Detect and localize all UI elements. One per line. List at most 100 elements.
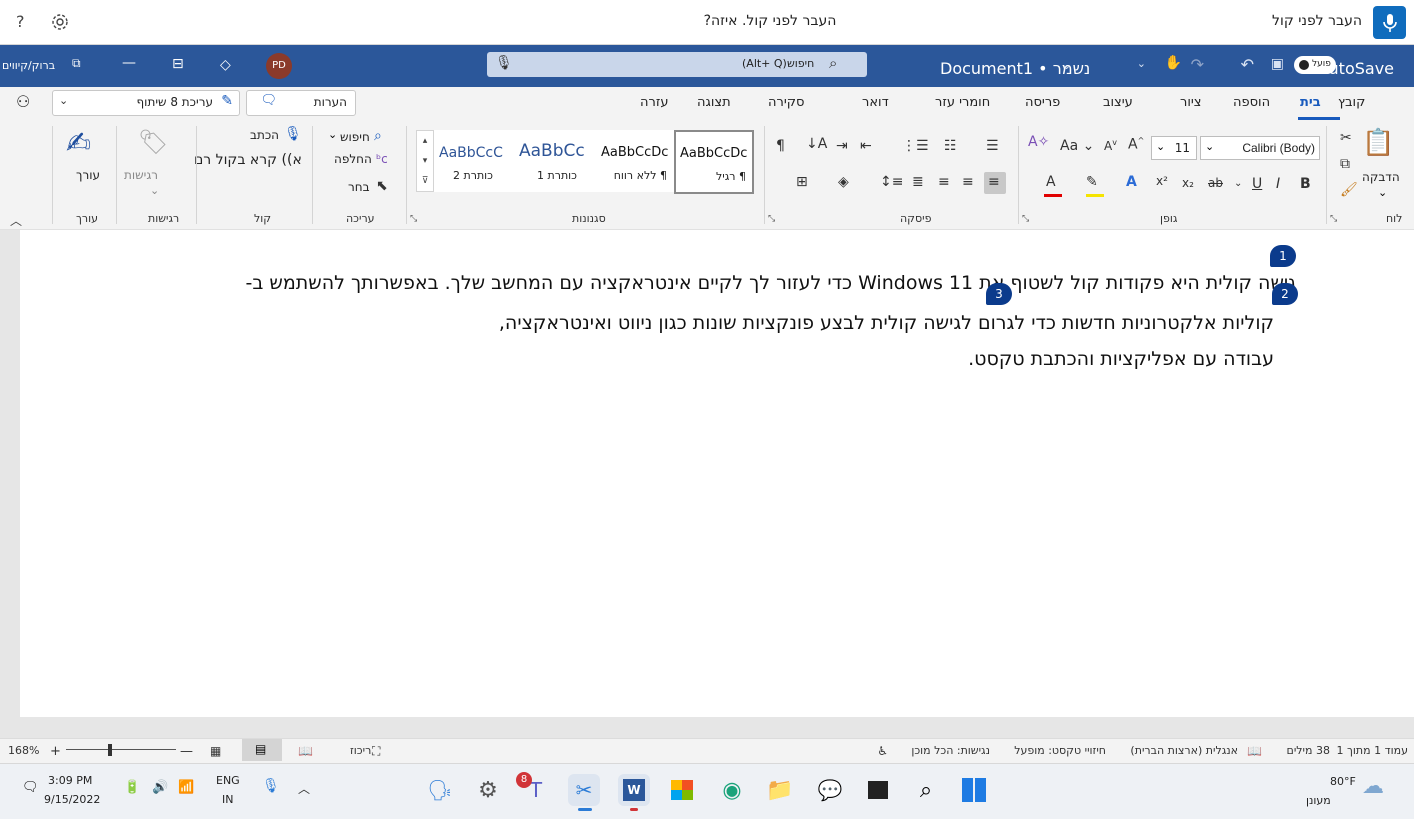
font-launcher-icon[interactable]: ⤡	[1022, 214, 1029, 224]
select-label[interactable]: בחר	[348, 180, 370, 194]
subscript-icon[interactable]: x₂	[1182, 176, 1194, 190]
tab-references[interactable]: חומרי עזר	[935, 95, 990, 110]
superscript-icon[interactable]: x²	[1156, 174, 1168, 188]
input-language-sub[interactable]: IN	[222, 793, 233, 806]
select-icon[interactable]: ⬉	[376, 178, 388, 194]
paragraph-launcher-icon[interactable]: ⤡	[768, 214, 775, 224]
document-line-1[interactable]: גישה קולית היא פקודות קול לשטוף את Windo…	[246, 272, 1296, 294]
store-icon[interactable]	[666, 774, 698, 806]
print-layout-button[interactable]: ▤	[242, 739, 282, 761]
search-taskbar-icon[interactable]: ⌕	[910, 774, 942, 806]
page-count[interactable]: עמוד 1 מתוך 1	[1337, 744, 1408, 757]
dictate-mic-icon[interactable]: 🎙	[284, 126, 302, 142]
align-right-button[interactable]: ≡	[984, 172, 1006, 194]
line-spacing-icon[interactable]: ↕≡	[880, 174, 903, 190]
styles-launcher-icon[interactable]: ⤡	[410, 214, 417, 224]
align-left-icon[interactable]: ≡	[938, 174, 950, 190]
weather-desc[interactable]: מעונן	[1306, 794, 1331, 807]
tab-home[interactable]: בית	[1300, 95, 1321, 110]
notifications-icon[interactable]: 🗨	[22, 780, 39, 795]
voice-access-taskbar-icon[interactable]: 🗣	[424, 774, 456, 806]
search-box[interactable]: 🎙 (Alt+ Q) חיפוש ⌕	[487, 52, 867, 77]
highlight-icon[interactable]: ✎	[1086, 174, 1104, 197]
touch-mode-icon[interactable]: ✋	[1165, 55, 1182, 71]
sensitivity-label[interactable]: רגישות	[124, 168, 158, 182]
editor-label[interactable]: עורך	[76, 168, 100, 182]
clear-formatting-icon[interactable]: A✧	[1028, 134, 1049, 150]
language-status[interactable]: אנגלית (ארצות הברית)	[1130, 744, 1238, 757]
settings-gear-icon[interactable]	[50, 12, 70, 36]
settings-taskbar-icon[interactable]: ⚙	[472, 774, 504, 806]
text-effects-icon[interactable]: A	[1126, 174, 1137, 190]
autosave-toggle[interactable]: פועל	[1294, 56, 1336, 74]
document-line-2[interactable]: קוליות אלקטרוניות חדשות כדי לגרום לגישה …	[499, 312, 1274, 334]
decrease-indent-icon[interactable]: ⇥	[836, 138, 848, 154]
sensitivity-chevron-icon[interactable]: ⌄	[150, 184, 159, 197]
increase-indent-icon[interactable]: ⇤	[860, 138, 872, 154]
italic-icon[interactable]: I	[1276, 176, 1280, 192]
style-heading-2[interactable]: AaBbCcC כותרת 2	[434, 130, 514, 192]
read-aloud-label[interactable]: א)) קרא בקול רם	[194, 152, 302, 168]
voice-overlay-marker[interactable]: 1	[1270, 245, 1296, 267]
user-avatar[interactable]: PD	[266, 53, 292, 79]
wifi-icon[interactable]: 📶	[178, 780, 194, 795]
document-line-3[interactable]: עבודה עם אפליקציות והכתבת טקסט.	[968, 348, 1274, 370]
font-size-combo[interactable]: 11 ⌄	[1151, 136, 1197, 160]
clock-date[interactable]: 9/15/2022	[44, 793, 100, 806]
clock-time[interactable]: 3:09 PM	[48, 774, 92, 787]
ribbon-display-icon[interactable]: ⊟	[172, 56, 184, 72]
shading-icon[interactable]: ◈	[838, 174, 849, 190]
file-explorer-icon[interactable]: 📁	[764, 774, 796, 806]
word-taskbar-icon[interactable]: W	[618, 774, 650, 806]
zoom-level[interactable]: 168%	[8, 744, 39, 757]
tab-review[interactable]: סקירה	[768, 95, 804, 110]
strikethrough-icon[interactable]: ab	[1208, 176, 1223, 190]
word-count[interactable]: 38 מילים	[1287, 744, 1330, 757]
text-predictions-status[interactable]: חיזויי טקסט: מופעל	[1014, 744, 1106, 757]
focus-icon[interactable]: ⛶	[372, 744, 380, 759]
bold-icon[interactable]: B	[1300, 176, 1311, 192]
cloud-icon[interactable]: ☁	[1362, 774, 1384, 799]
tab-file[interactable]: קובץ	[1338, 95, 1365, 110]
style-no-spacing[interactable]: AaBbCcDc ¶ ללא רווח	[596, 130, 674, 192]
taskbar-mic-icon[interactable]: 🎙	[262, 778, 280, 794]
minimize-icon[interactable]: —	[122, 55, 136, 71]
font-name-combo[interactable]: Calibri (Body) ⌄	[1200, 136, 1320, 160]
style-heading-1[interactable]: AaBbCc כותרת 1	[514, 130, 596, 192]
document-page[interactable]	[20, 230, 1414, 717]
proofing-icon[interactable]: 📖	[1247, 744, 1262, 758]
voice-microphone-button[interactable]	[1373, 6, 1406, 39]
dictate-label[interactable]: הכתב	[250, 128, 279, 142]
coauthor-icon[interactable]: ⚇	[16, 92, 30, 111]
comments-button[interactable]: הערות 🗨	[246, 90, 356, 116]
web-layout-icon[interactable]: ▦	[210, 744, 221, 758]
show-hidden-icons-icon[interactable]: ︿	[298, 780, 310, 797]
paste-label[interactable]: הדבקה	[1362, 170, 1400, 184]
underline-chevron-icon[interactable]: ⌄	[1234, 178, 1242, 189]
tab-view[interactable]: תצוגה	[697, 95, 731, 110]
styles-scroll[interactable]: ▴ ▾ ⊽	[416, 130, 434, 192]
justify-icon[interactable]: ≣	[912, 174, 924, 190]
editor-icon[interactable]: ✍	[66, 126, 91, 161]
tab-layout[interactable]: פריסה	[1025, 95, 1060, 110]
restore-icon[interactable]: ⧉	[72, 56, 81, 71]
bullets-icon[interactable]: ☰	[986, 138, 999, 154]
paste-icon[interactable]: 📋	[1362, 128, 1394, 158]
diamond-icon[interactable]: ◇	[220, 57, 231, 73]
tab-insert[interactable]: הוספה	[1233, 95, 1270, 110]
input-language[interactable]: ENG	[216, 774, 240, 787]
voice-overlay-marker[interactable]: 3	[986, 283, 1012, 305]
snipping-tool-icon[interactable]: ✂	[568, 774, 600, 806]
help-button[interactable]: ?	[16, 12, 25, 31]
zoom-slider-thumb[interactable]	[108, 744, 112, 756]
redo-icon[interactable]: ↷	[1191, 55, 1204, 74]
edge-icon[interactable]: ◉	[716, 774, 748, 806]
zoom-in-icon[interactable]: +	[50, 744, 61, 759]
align-center-icon[interactable]: ≡	[962, 174, 974, 190]
increase-font-icon[interactable]: A^	[1128, 136, 1144, 153]
save-icon[interactable]: ▣	[1271, 56, 1284, 72]
numbering-icon[interactable]: ☷	[944, 138, 957, 154]
task-view-icon[interactable]	[862, 774, 894, 806]
underline-icon[interactable]: U	[1252, 176, 1262, 192]
accessibility-status[interactable]: נגישות: הכל מוכן	[911, 744, 990, 757]
